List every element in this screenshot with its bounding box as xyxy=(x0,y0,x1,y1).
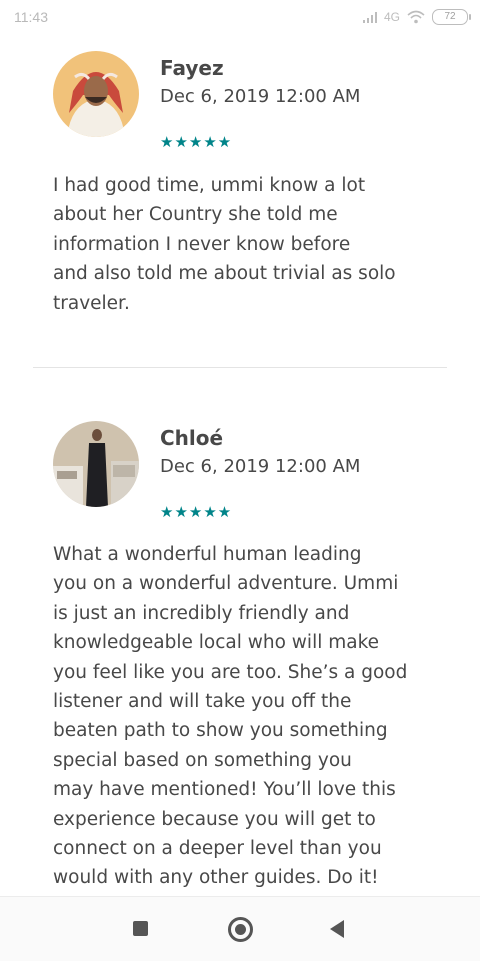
avatar-image xyxy=(53,51,139,137)
review-date: Dec 6, 2019 12:00 AM xyxy=(160,86,361,107)
review-text: I had good time, ummi know a lot about h… xyxy=(53,171,433,318)
review-line: would with any other guides. Do it! xyxy=(53,867,379,889)
review-line: you feel like you are too. She’s a good xyxy=(53,661,408,683)
review-line: you on a wonderful adventure. Ummi xyxy=(53,573,399,595)
review-line: knowledgeable local who will make xyxy=(53,632,380,654)
back-button[interactable] xyxy=(330,920,344,938)
status-bar: 11:43 4G 72 xyxy=(0,0,480,34)
review-date: Dec 6, 2019 12:00 AM xyxy=(160,456,361,477)
reviewer-name: Fayez xyxy=(160,56,224,80)
star-rating: ★★★★★ xyxy=(160,503,233,521)
star-rating: ★★★★★ xyxy=(160,133,233,151)
avatar-image xyxy=(53,421,139,507)
wifi-icon xyxy=(407,10,425,24)
review-line: traveler. xyxy=(53,292,130,314)
network-type: 4G xyxy=(383,10,400,24)
avatar xyxy=(53,421,139,507)
review-line: connect on a deeper level than you xyxy=(53,838,382,860)
system-nav-bar xyxy=(0,896,480,961)
review-line: listener and will take you off the xyxy=(53,691,352,713)
reviewer-name: Chloé xyxy=(160,426,224,450)
review-line: may have mentioned! You’ll love this xyxy=(53,779,396,801)
home-button[interactable] xyxy=(228,917,253,942)
review-text: What a wonderful human leading you on a … xyxy=(53,540,433,893)
recents-button[interactable] xyxy=(133,921,148,936)
review-line: I had good time, ummi know a lot xyxy=(53,175,366,196)
review-line: and also told me about trivial as solo xyxy=(53,263,396,285)
status-time: 11:43 xyxy=(14,9,48,25)
divider xyxy=(33,367,447,368)
review-line: information I never know before xyxy=(53,233,351,255)
review-line: is just an incredibly friendly and xyxy=(53,602,350,624)
avatar xyxy=(53,51,139,137)
review-line: about her Country she told me xyxy=(53,204,338,226)
review-line: beaten path to show you something xyxy=(53,720,388,742)
review-line: experience because you will get to xyxy=(53,808,376,830)
battery-icon: 72 xyxy=(432,9,471,25)
status-icons: 4G 72 xyxy=(362,8,471,26)
review-line: What a wonderful human leading xyxy=(53,544,362,565)
review-line: special based on something you xyxy=(53,749,352,771)
signal-icon xyxy=(362,11,377,23)
